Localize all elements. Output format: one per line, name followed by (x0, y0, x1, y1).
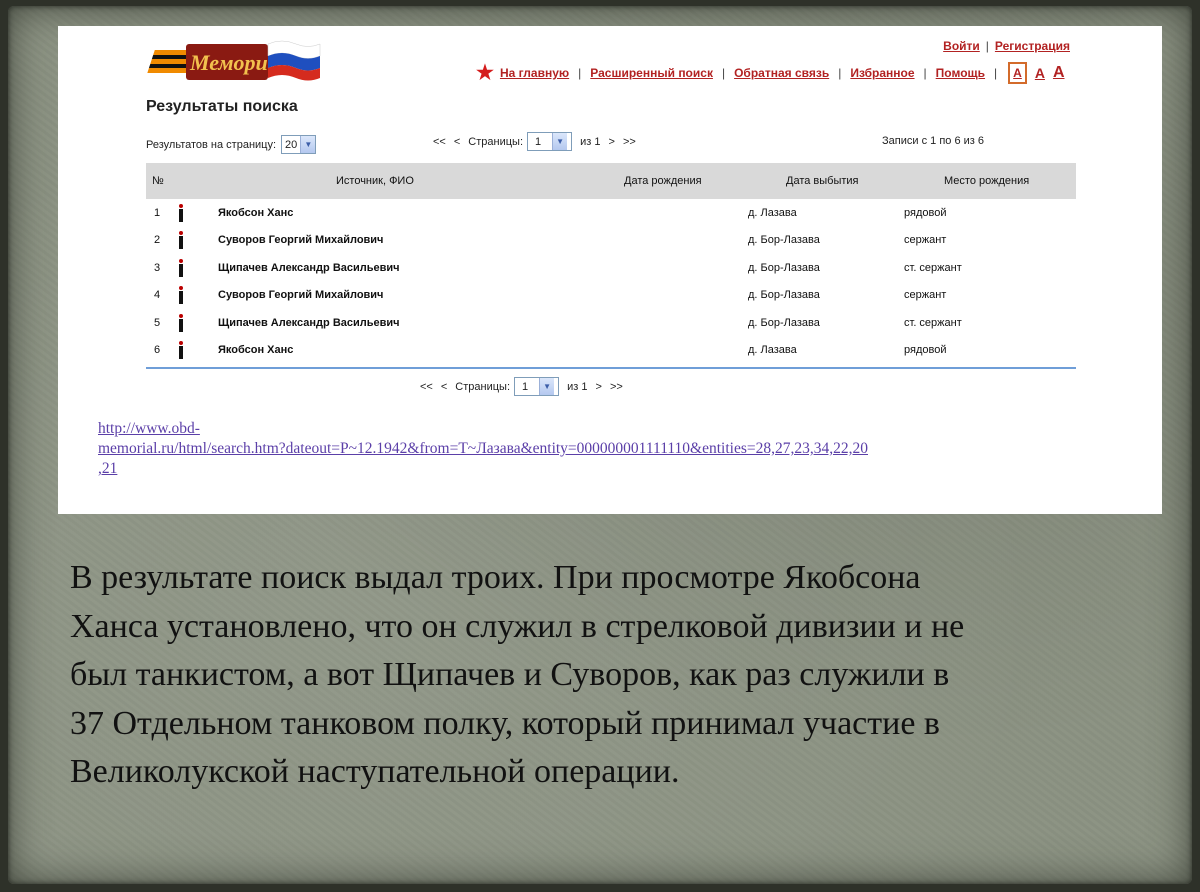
prev-page-button[interactable]: < (454, 136, 460, 148)
slide-caption: В результате поиск выдал троих. При прос… (70, 559, 965, 790)
soldier-icon (178, 231, 184, 250)
nav-help[interactable]: Помощь (936, 66, 985, 80)
last-page-button[interactable]: >> (623, 136, 636, 148)
pager-top: << < Страницы: 1 ▼ из 1 > >> (429, 132, 640, 151)
table-row[interactable]: 2 Суворов Георгий Михайлович д. Бор-Лаза… (146, 227, 1076, 255)
nav-home[interactable]: На главную (500, 66, 569, 80)
records-count: Записи с 1 по 6 из 6 (882, 135, 984, 147)
soldier-icon (178, 286, 184, 305)
font-size-large[interactable]: A (1053, 64, 1065, 82)
soldier-icon (178, 203, 184, 222)
person-name-link[interactable]: Щипачев Александр Васильевич (218, 317, 633, 329)
chevron-down-icon: ▼ (300, 136, 316, 153)
auth-links: Войти | Регистрация (943, 39, 1070, 53)
soldier-icon (178, 258, 184, 277)
per-page-select[interactable]: 20 ▼ (281, 135, 317, 154)
next-page-button[interactable]: > (609, 136, 615, 148)
table-row[interactable]: 1 Якобсон Ханс д. Лазава рядовой (146, 199, 1076, 227)
page-title: Результаты поиска (146, 98, 298, 115)
pages-label: Страницы: (468, 135, 523, 148)
person-name-link[interactable]: Якобсон Ханс (218, 207, 633, 219)
table-row[interactable]: 6 Якобсон Ханс д. Лазава рядовой (146, 337, 1076, 365)
person-name-link[interactable]: Суворов Георгий Михайлович (218, 234, 633, 246)
register-link[interactable]: Регистрация (995, 39, 1070, 53)
col-birth-place[interactable]: Место рождения (944, 175, 1029, 187)
nav-feedback[interactable]: Обратная связь (734, 66, 829, 80)
nav-advanced-search[interactable]: Расширенный поиск (590, 66, 713, 80)
source-url-link[interactable]: http://www.obd- memorial.ru/html/search.… (98, 419, 1108, 479)
person-name-link[interactable]: Щипачев Александр Васильевич (218, 262, 633, 274)
star-icon: ★ (476, 62, 494, 84)
table-header: № Источник, ФИО Дата рождения Дата выбыт… (146, 163, 1076, 199)
page-total: из 1 (580, 135, 601, 148)
login-link[interactable]: Войти (943, 39, 980, 53)
page-total: из 1 (567, 380, 588, 393)
table-row[interactable]: 4 Суворов Георгий Михайлович д. Бор-Лаза… (146, 282, 1076, 310)
pager-bottom: << < Страницы: 1 ▼ из 1 > >> (416, 377, 627, 396)
next-page-button[interactable]: > (596, 381, 602, 393)
chevron-down-icon: ▼ (552, 133, 568, 150)
font-size-small[interactable]: A (1008, 62, 1027, 84)
results-table: № Источник, ФИО Дата рождения Дата выбыт… (146, 163, 1076, 369)
soldier-icon (178, 313, 184, 332)
col-source-name[interactable]: Источник, ФИО (336, 175, 414, 187)
page-select[interactable]: 1 ▼ (514, 377, 560, 396)
first-page-button[interactable]: << (433, 136, 446, 148)
person-name-link[interactable]: Якобсон Ханс (218, 344, 633, 356)
col-departure-date[interactable]: Дата выбытия (786, 175, 859, 187)
main-nav: ★ На главную | Расширенный поиск | Обрат… (476, 62, 1065, 84)
soldier-icon (178, 341, 184, 360)
prev-page-button[interactable]: < (441, 381, 447, 393)
table-row[interactable]: 3 Щипачев Александр Васильевич д. Бор-Ла… (146, 254, 1076, 282)
results-controls: Результатов на страницу: 20 ▼ << < Стран… (146, 132, 1076, 154)
chevron-down-icon: ▼ (539, 378, 555, 395)
person-name-link[interactable]: Суворов Георгий Михайлович (218, 289, 633, 301)
last-page-button[interactable]: >> (610, 381, 623, 393)
table-divider (146, 367, 1076, 369)
table-row[interactable]: 5 Щипачев Александр Васильевич д. Бор-Ла… (146, 309, 1076, 337)
pages-label: Страницы: (455, 380, 510, 393)
per-page-label: Результатов на страницу: (146, 138, 277, 151)
first-page-button[interactable]: << (420, 381, 433, 393)
col-number: № (152, 175, 164, 187)
table-body: 1 Якобсон Ханс д. Лазава рядовой 2 Сувор… (146, 199, 1076, 364)
col-birth-date[interactable]: Дата рождения (624, 175, 702, 187)
memorial-logo[interactable]: Мемориал (146, 34, 322, 84)
per-page-control: Результатов на страницу: 20 ▼ (146, 135, 317, 154)
website-screenshot: Мемориал Войти | Регистрация ★ На главную … (58, 26, 1162, 514)
font-size-medium[interactable]: A (1035, 65, 1045, 81)
nav-favorites[interactable]: Избранное (850, 66, 914, 80)
page-select[interactable]: 1 ▼ (527, 132, 573, 151)
slide-background: Мемориал Войти | Регистрация ★ На главную … (8, 6, 1192, 884)
